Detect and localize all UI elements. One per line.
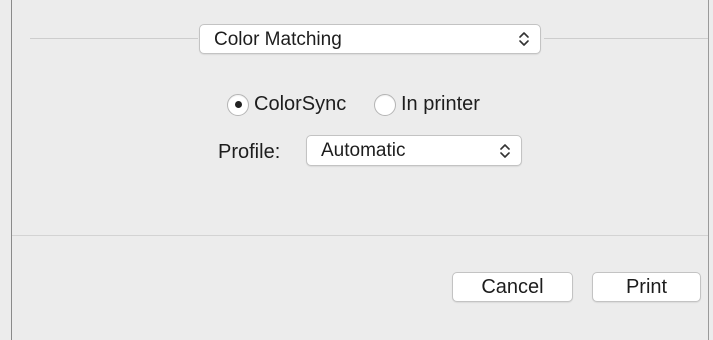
profile-popup[interactable]: Automatic <box>306 135 522 166</box>
cancel-button[interactable]: Cancel <box>452 272 573 302</box>
panel-selector-value: Color Matching <box>214 28 342 50</box>
radio-button-selected[interactable] <box>227 93 249 116</box>
window-left-edge <box>11 0 12 340</box>
print-button[interactable]: Print <box>592 272 701 302</box>
panel-selector-popup[interactable]: Color Matching <box>199 24 541 54</box>
profile-label: Profile: <box>218 141 281 163</box>
radio-button-unselected[interactable] <box>374 93 396 116</box>
header-separator-left <box>30 38 198 39</box>
radio-in-printer-label: In printer <box>401 93 480 115</box>
radio-dot-icon <box>234 101 242 108</box>
radio-colorsync-label: ColorSync <box>254 93 347 115</box>
updown-chevron-icon <box>499 142 511 160</box>
radio-colorsync[interactable]: ColorSync <box>227 93 346 116</box>
window-right-edge <box>708 0 709 340</box>
updown-chevron-icon <box>518 30 530 48</box>
header-separator-right <box>544 38 708 39</box>
radio-in-printer[interactable]: In printer <box>374 93 480 116</box>
profile-value: Automatic <box>321 140 406 161</box>
footer-separator <box>12 235 708 236</box>
